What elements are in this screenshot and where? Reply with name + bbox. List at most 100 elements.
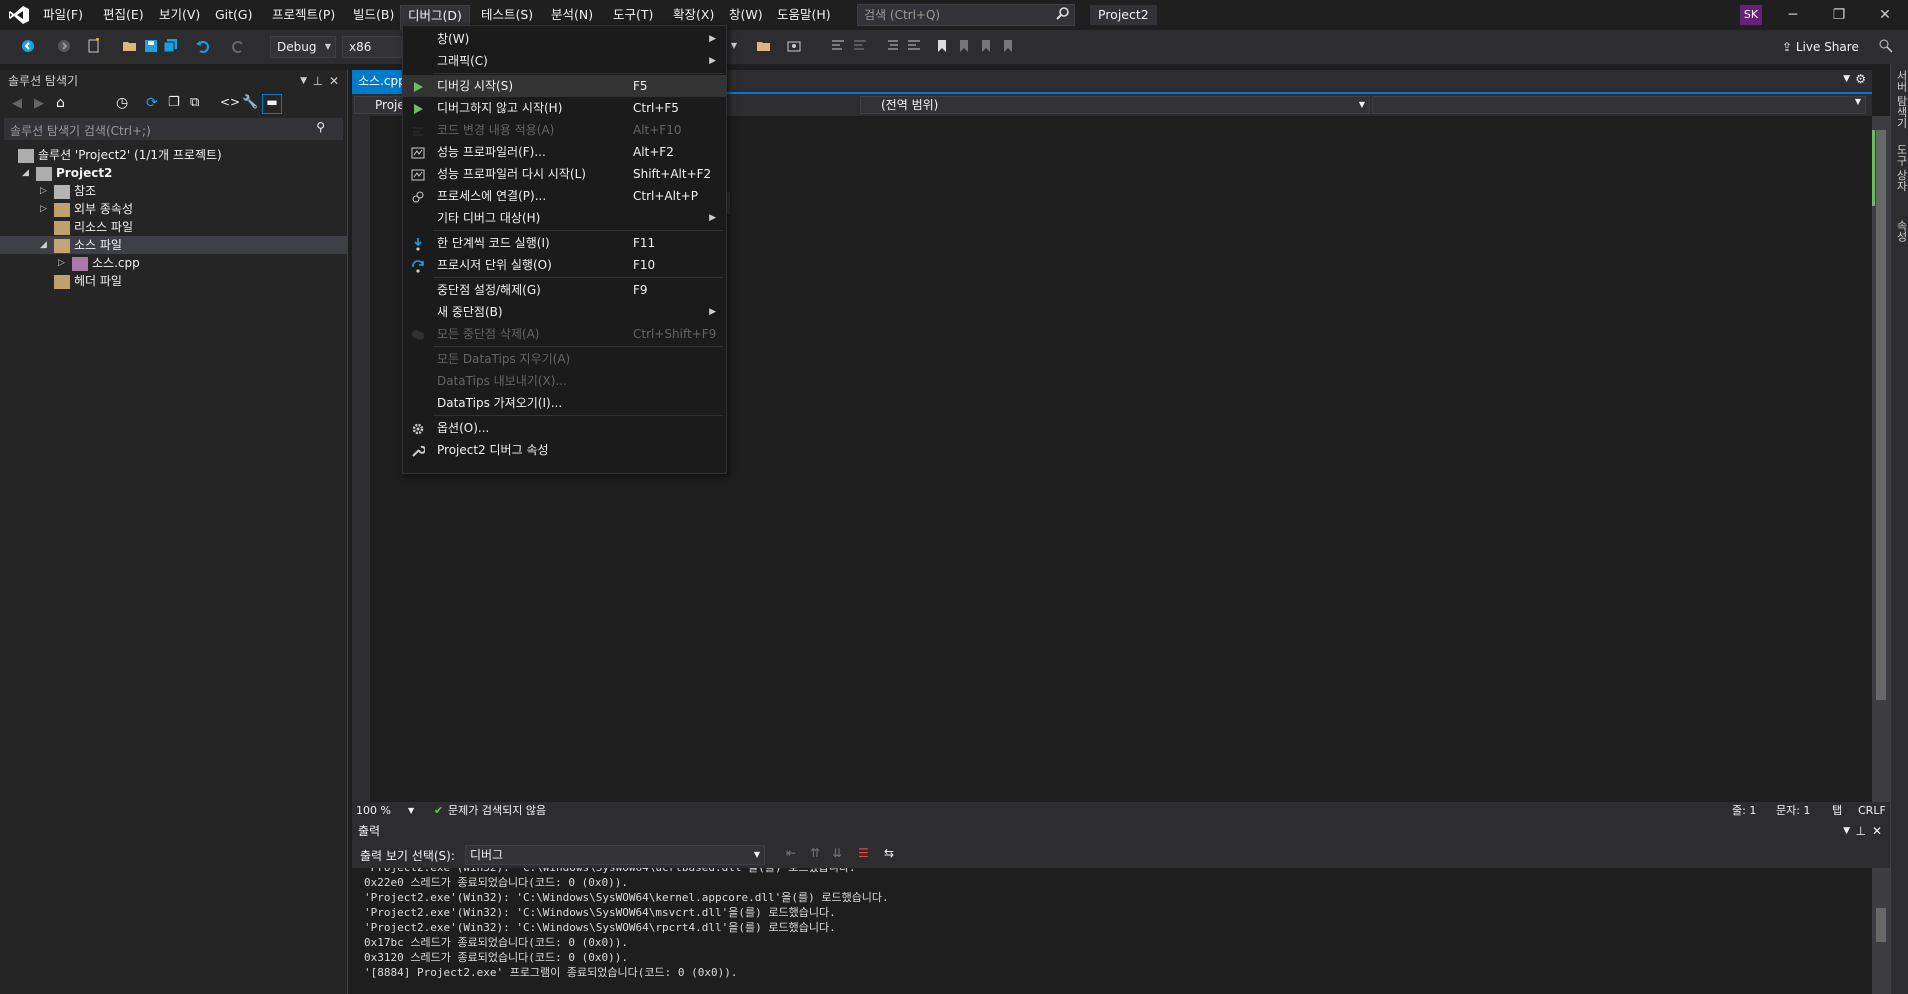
toolbar-dropdown-arrow[interactable]: ▼ (727, 36, 739, 58)
live-share-button[interactable]: ⇪ Live Share (1782, 38, 1859, 56)
search-icon[interactable] (1055, 6, 1071, 22)
line-indicator[interactable]: 줄: 1 (1732, 802, 1756, 820)
save-icon[interactable] (143, 38, 159, 54)
collapse-all-icon[interactable]: ❐ (168, 95, 180, 110)
folder-icon[interactable] (756, 38, 772, 54)
menu-item[interactable]: 확장(X) (666, 5, 721, 25)
zoom-level[interactable]: 100 % (356, 802, 391, 820)
issues-status[interactable]: 문제가 검색되지 않음 (448, 802, 546, 820)
sync-icon[interactable]: ⟳ (146, 95, 158, 111)
goto-location-icon[interactable]: ⇤ (786, 846, 796, 860)
output-source-select[interactable]: 디버그 ▼ (465, 845, 765, 865)
minimize-button[interactable]: ─ (1770, 0, 1816, 30)
debug-menu-item[interactable]: 창(W) ▶ (403, 28, 726, 50)
menu-item[interactable]: 프로젝트(P) (265, 5, 342, 25)
debug-menu-item[interactable]: 한 단계씩 코드 실행(I) F11 (403, 232, 726, 254)
output-vertical-scrollbar[interactable] (1872, 868, 1890, 994)
menu-item[interactable]: 창(W) (722, 5, 770, 25)
expander-icon[interactable]: ▷ (40, 200, 47, 218)
debug-menu-item[interactable]: 기타 디버그 대상(H) ▶ (403, 207, 726, 229)
open-icon[interactable] (122, 38, 138, 54)
debug-menu-item[interactable]: 디버그하지 않고 시작(H) Ctrl+F5 (403, 97, 726, 119)
menu-item[interactable]: 편집(E) (96, 5, 151, 25)
search-icon[interactable]: ⚲ (316, 120, 325, 134)
side-tab[interactable]: 도구 상자 (1893, 144, 1908, 192)
debug-menu-item[interactable]: 새 중단점(B) ▶ (403, 301, 726, 323)
indent-icon[interactable] (884, 38, 900, 54)
close-panel-icon[interactable]: ✕ (1872, 820, 1882, 842)
member-nav-dropdown[interactable]: ▼ (1372, 96, 1866, 114)
explorer-search-box[interactable]: 솔루션 탐색기 검색(Ctrl+;) ⚲ (4, 118, 343, 140)
menu-item[interactable]: 분석(N) (544, 5, 600, 25)
word-wrap-icon[interactable]: ⇆ (884, 846, 894, 860)
show-all-files-icon[interactable]: ⧉ (190, 95, 199, 110)
tree-item[interactable]: ▷ 외부 종속성 (0, 200, 347, 218)
prev-message-icon[interactable]: ⇈ (810, 846, 820, 860)
expander-icon[interactable]: ◢ (22, 164, 29, 182)
tab-source-cpp[interactable]: 소스.cpp (352, 70, 408, 92)
scrollbar-thumb[interactable] (1876, 908, 1886, 942)
search-input[interactable]: 검색 (Ctrl+Q) (857, 4, 1075, 26)
new-project-icon[interactable] (86, 38, 102, 54)
debug-menu-item[interactable]: 옵션(O)... (403, 417, 726, 439)
tree-item[interactable]: 솔루션 'Project2' (1/1개 프로젝트) (0, 146, 347, 164)
outdent-icon[interactable] (906, 38, 922, 54)
bookmark-icon[interactable] (934, 38, 950, 54)
tree-item[interactable]: 리소스 파일 (0, 218, 347, 236)
column-indicator[interactable]: 문자: 1 (1776, 802, 1810, 820)
tree-item[interactable]: ▷ 참조 (0, 182, 347, 200)
clear-bookmarks-icon[interactable] (1000, 38, 1016, 54)
side-tab[interactable]: 속성 (1893, 220, 1908, 242)
indent-mode[interactable]: 탭 (1832, 802, 1842, 820)
uncomment-icon[interactable] (852, 38, 868, 54)
editor-vertical-scrollbar[interactable] (1872, 116, 1890, 802)
close-button[interactable]: ✕ (1862, 0, 1908, 30)
tree-item[interactable]: 헤더 파일 (0, 272, 347, 290)
comment-icon[interactable] (830, 38, 846, 54)
user-avatar[interactable]: SK (1740, 5, 1762, 25)
undo-icon[interactable] (195, 38, 211, 54)
close-panel-icon[interactable]: ✕ (329, 70, 339, 92)
expander-icon[interactable]: ◢ (40, 236, 47, 254)
tree-item[interactable]: ◢ Project2 (0, 164, 347, 182)
debug-menu-item[interactable]: DataTips 가져오기(I)... (403, 392, 726, 414)
expander-icon[interactable]: ▷ (58, 254, 65, 272)
debug-menu-item[interactable]: 프로시저 단위 실행(O) F10 (403, 254, 726, 276)
scope-nav-dropdown[interactable]: (전역 범위) ▼ (860, 96, 1370, 114)
next-message-icon[interactable]: ⇊ (832, 846, 842, 860)
debug-menu-item[interactable]: Project2 디버그 속성 (403, 439, 726, 461)
line-ending[interactable]: CRLF (1858, 802, 1886, 820)
screenshot-icon[interactable] (786, 38, 802, 54)
panel-menu-icon[interactable]: ▼ (1843, 820, 1850, 842)
redo-icon[interactable] (230, 38, 246, 54)
back-icon[interactable]: ◀ (12, 96, 22, 111)
home-icon[interactable]: ⌂ (56, 95, 65, 111)
menu-item[interactable]: 도구(T) (606, 5, 660, 25)
debug-menu-item[interactable]: 중단점 설정/해제(G) F9 (403, 279, 726, 301)
pin-icon[interactable]: ⊥ (313, 70, 323, 92)
save-all-icon[interactable] (163, 38, 179, 54)
platform-select[interactable]: x86 (342, 36, 402, 58)
scrollbar-thumb[interactable] (1876, 130, 1886, 700)
clear-all-icon[interactable]: ☰ (858, 846, 869, 860)
forward-icon[interactable]: ▶ (34, 96, 44, 111)
menu-item[interactable]: 도움말(H) (770, 5, 838, 25)
debug-menu-item[interactable]: 성능 프로파일러(F)... Alt+F2 (403, 141, 726, 163)
menu-item[interactable]: Git(G) (208, 5, 260, 25)
debug-menu-item[interactable]: 디버깅 시작(S) F5 (403, 75, 726, 97)
menu-item[interactable]: 보기(V) (152, 5, 207, 25)
feedback-icon[interactable] (1878, 38, 1894, 54)
next-bookmark-icon[interactable] (978, 38, 994, 54)
debug-menu-item[interactable]: 프로세스에 연결(P)... Ctrl+Alt+P (403, 185, 726, 207)
chevron-down-icon[interactable]: ▼ (408, 802, 414, 820)
forward-icon[interactable] (56, 38, 72, 54)
back-icon[interactable] (20, 38, 36, 54)
configuration-select[interactable]: Debug ▼ (270, 36, 336, 58)
prev-bookmark-icon[interactable] (956, 38, 972, 54)
tab-list-icon[interactable]: ▼ (1843, 74, 1850, 84)
menu-item[interactable]: 테스트(S) (474, 5, 540, 25)
pending-changes-icon[interactable]: ◷ (116, 95, 128, 111)
menu-item[interactable]: 파일(F) (36, 5, 90, 25)
side-tab[interactable]: 서버 탐색기 (1893, 70, 1908, 129)
settings-icon[interactable]: ⚙ (1855, 72, 1866, 86)
